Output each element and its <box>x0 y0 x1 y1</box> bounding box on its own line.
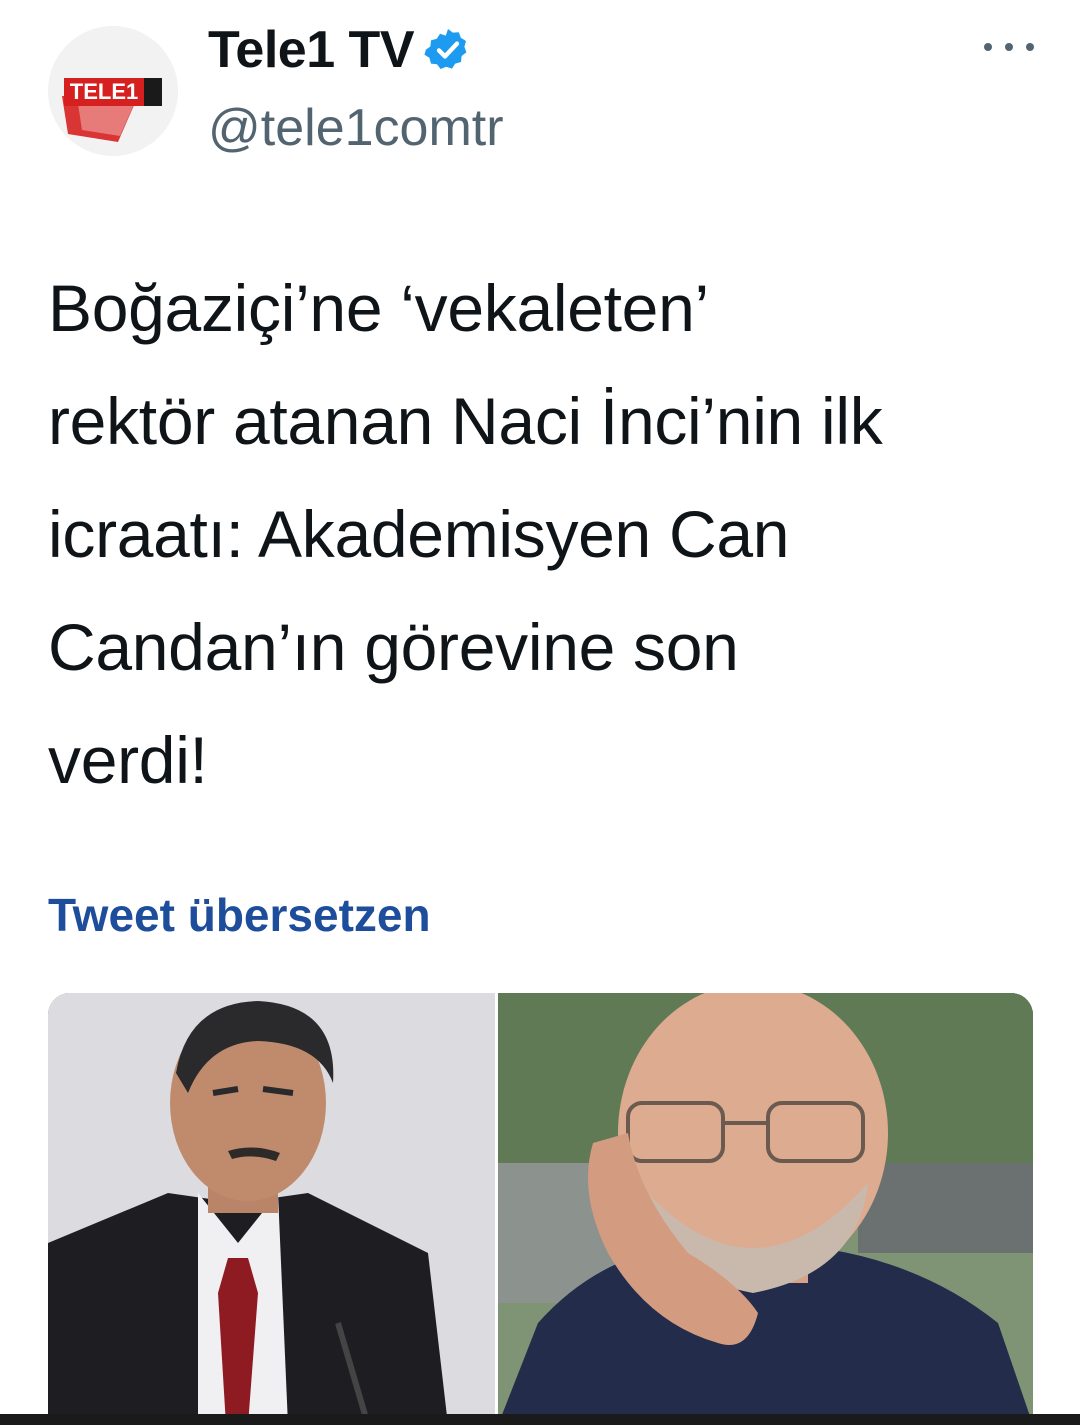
tele1-logo-icon: TELE1 <box>48 26 178 156</box>
author-avatar[interactable]: TELE1 <box>48 26 178 156</box>
verified-badge-icon <box>424 26 472 74</box>
media-photo-left[interactable] <box>48 993 495 1425</box>
translate-tweet-link[interactable]: Tweet übersetzen <box>48 888 431 942</box>
more-dot <box>1026 43 1034 51</box>
bottom-border <box>0 1414 1080 1425</box>
avatar-logo-text: TELE1 <box>70 79 138 104</box>
tweet-media[interactable] <box>48 993 1033 1425</box>
more-dot <box>984 43 992 51</box>
media-photo-right[interactable] <box>498 993 1033 1425</box>
author-name-row[interactable]: Tele1 TV <box>208 20 472 80</box>
author-display-name[interactable]: Tele1 TV <box>208 20 415 80</box>
tweet-text: Boğaziçi’ne ‘vekaleten’ rektör atanan Na… <box>48 271 883 797</box>
more-dot <box>1005 43 1013 51</box>
more-options-icon[interactable] <box>984 32 1034 62</box>
author-handle[interactable]: @tele1comtr <box>208 98 504 158</box>
tweet-header: TELE1 Tele1 TV @tele1comtr <box>48 14 1038 159</box>
